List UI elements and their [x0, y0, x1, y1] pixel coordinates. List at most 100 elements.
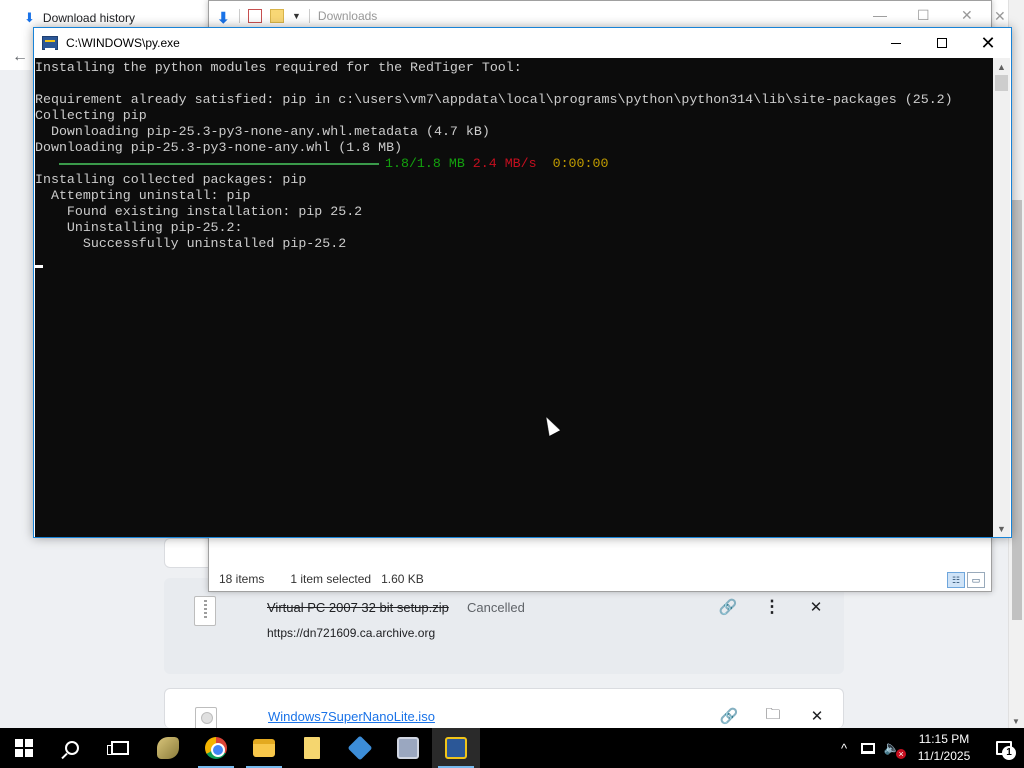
properties-icon[interactable]	[248, 9, 262, 23]
clock[interactable]: 11:15 PM 11/1/2025	[904, 728, 984, 768]
details-view-icon[interactable]: ☷	[947, 572, 965, 588]
chevron-down-icon[interactable]: ▼	[292, 11, 301, 21]
task-view-icon	[107, 741, 129, 755]
link-icon[interactable]: 🔗	[716, 596, 740, 618]
selection-size: 1.60 KB	[381, 572, 424, 586]
close-icon: ✕	[980, 32, 996, 53]
download-status: Cancelled	[467, 600, 525, 615]
download-file-name[interactable]: Virtual PC 2007 32 bit setup.zip	[267, 600, 449, 615]
console-line: Requirement already satisfied: pip in c:…	[35, 92, 953, 107]
console-app-icon[interactable]	[42, 36, 58, 50]
minimize-icon[interactable]: —	[873, 7, 887, 23]
snake-app-icon	[157, 737, 179, 759]
chevron-up-icon: ^	[840, 740, 848, 756]
console-cursor-line	[35, 252, 995, 268]
search-button[interactable]	[48, 728, 96, 768]
explorer-status-bar: 18 items 1 item selected 1.60 KB	[209, 567, 991, 591]
close-icon[interactable]: ✕	[961, 7, 973, 24]
divider	[308, 9, 310, 23]
console-line: Attempting uninstall: pip	[35, 188, 251, 203]
taskbar: ^ 🔈 11:15 PM 11/1/2025 1	[0, 728, 1024, 768]
console-line: Downloading pip-25.3-py3-none-any.whl.me…	[35, 124, 490, 139]
divider	[239, 9, 240, 23]
python-console-icon	[445, 737, 467, 759]
console-line: Installing the python modules required f…	[35, 60, 522, 75]
console-scrollbar[interactable]: ▲ ▼	[993, 58, 1010, 537]
chrome-tab-title: Download history	[42, 11, 135, 25]
maximize-icon[interactable]: ☐	[917, 7, 930, 24]
volume-muted-icon: 🔈	[884, 740, 907, 759]
virtualbox-icon	[347, 735, 373, 761]
console-line: Found existing installation: pip 25.2	[35, 204, 363, 219]
taskbar-app-documents[interactable]	[288, 728, 336, 768]
new-folder-icon[interactable]	[270, 9, 284, 23]
download-icon: ⬇	[24, 10, 35, 25]
file-explorer-icon	[253, 739, 275, 757]
console-line: Collecting pip	[35, 108, 147, 123]
download-card: Virtual PC 2007 32 bit setup.zip Cancell…	[164, 578, 844, 674]
search-icon	[65, 741, 79, 755]
progress-bar	[59, 163, 379, 165]
selection-count: 1 item selected	[290, 572, 372, 586]
scroll-down-arrow-icon[interactable]: ▼	[1012, 717, 1020, 726]
folder-icon[interactable]: 🗀	[761, 705, 785, 727]
download-arrow-icon: ⬇	[217, 10, 230, 27]
zip-file-icon	[194, 596, 216, 626]
minimize-icon	[891, 42, 901, 44]
chrome-icon	[205, 737, 227, 759]
documents-icon	[304, 737, 320, 759]
scrollbar-thumb[interactable]	[1012, 200, 1022, 620]
close-icon[interactable]: ✕	[804, 596, 828, 618]
console-title: C:\WINDOWS\py.exe	[66, 36, 180, 50]
text-cursor	[35, 265, 43, 268]
taskbar-app-python-console[interactable]	[432, 728, 480, 768]
progress-line: 1.8/1.8 MB 2.4 MB/s 0:00:00	[35, 156, 995, 172]
progress-eta: 0:00:00	[552, 156, 609, 171]
more-vert-icon[interactable]: ⋮	[760, 596, 784, 618]
explorer-title: Downloads	[317, 9, 378, 23]
scrollbar-thumb[interactable]	[995, 75, 1008, 91]
maximize-icon	[937, 38, 947, 48]
taskbar-app-chrome[interactable]	[192, 728, 240, 768]
minimize-button[interactable]	[873, 28, 919, 58]
console-line: Downloading pip-25.3-py3-none-any.whl (1…	[35, 140, 403, 155]
scroll-down-arrow-icon[interactable]: ▼	[993, 520, 1010, 537]
volume-button[interactable]: 🔈	[880, 728, 907, 768]
network-icon	[861, 742, 875, 754]
back-arrow-icon[interactable]: ←	[12, 48, 28, 66]
console-line: Uninstalling pip-25.2:	[35, 220, 243, 235]
item-count: 18 items	[219, 572, 265, 586]
maximize-button[interactable]	[919, 28, 965, 58]
notification-badge: 1	[1002, 746, 1016, 760]
download-file-link[interactable]: Windows7SuperNanoLite.iso	[268, 709, 435, 724]
close-button[interactable]: ✕	[965, 28, 1011, 58]
network-button[interactable]	[856, 728, 880, 768]
clock-date: 11/1/2025	[917, 749, 971, 763]
console-line: Installing collected packages: pip	[35, 172, 307, 187]
disc-image-file-icon	[195, 707, 217, 729]
close-icon[interactable]: ✕	[994, 8, 1006, 25]
progress-rate: 2.4 MB/s	[472, 156, 537, 171]
console-title-bar[interactable]: C:\WINDOWS\py.exe	[34, 28, 1011, 58]
console-line: Successfully uninstalled pip-25.2	[35, 236, 347, 251]
this-pc-icon	[397, 737, 419, 759]
download-card: Windows7SuperNanoLite.iso 🔗 🗀 ✕	[164, 688, 844, 729]
link-icon[interactable]: 🔗	[717, 705, 741, 727]
clock-time: 11:15 PM	[918, 732, 970, 746]
console-output[interactable]: Installing the python modules required f…	[35, 58, 995, 537]
close-icon[interactable]: ✕	[805, 705, 829, 727]
download-source-url: https://dn721609.ca.archive.org	[267, 626, 436, 640]
show-hidden-icons-button[interactable]: ^	[832, 728, 856, 768]
taskbar-app-this-pc[interactable]	[384, 728, 432, 768]
scroll-up-arrow-icon[interactable]: ▲	[993, 58, 1010, 75]
taskbar-app-virtualbox[interactable]	[336, 728, 384, 768]
large-icons-view-icon[interactable]: ▭	[967, 572, 985, 588]
taskbar-app-snake[interactable]	[144, 728, 192, 768]
windows-logo-icon	[15, 739, 33, 757]
progress-size: 1.8/1.8 MB	[385, 156, 465, 171]
start-button[interactable]	[0, 728, 48, 768]
task-view-button[interactable]	[96, 728, 144, 768]
action-center-button[interactable]: 1	[984, 728, 1024, 768]
taskbar-app-file-explorer[interactable]	[240, 728, 288, 768]
